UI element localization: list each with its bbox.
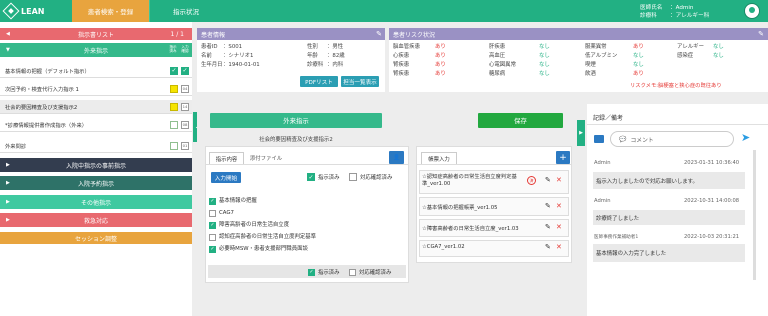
edit-icon[interactable]: ✎ [758,30,764,38]
confirm-check[interactable]: ✓ [181,66,189,75]
section-other[interactable]: ▶ その他指示 [0,195,192,209]
done-check[interactable] [170,102,178,111]
memo-bubble: 基本情報の入力完了しました [593,244,745,262]
tab-instruction-status[interactable]: 指示状況 [149,0,222,22]
confirm-count[interactable]: 14 [181,102,189,111]
chevron-right-icon: ▶ [6,217,10,223]
comment-input[interactable]: 💬 コメント [610,131,734,147]
tab-attachments[interactable]: 添付ファイル [245,152,287,164]
delete-icon[interactable]: ✕ [556,202,562,210]
risk-memo: リスクメモ:脳梗塞と狭心症の既往あり [630,83,722,89]
patient-header: 患者情報 ✎ [197,28,385,40]
list-item[interactable]: 外来問診 01 [0,139,192,153]
section-admission-booking[interactable]: ▶ 入院予約指示 [0,176,192,190]
edit-icon[interactable]: ✎ [545,202,551,210]
memo-author: Admin [594,160,611,166]
chat-icon: 💬 [619,135,627,143]
edit-icon[interactable]: ✎ [545,243,551,251]
forms-divider [416,164,572,165]
form-item-label: ☆CGA7_ver1.02 [422,244,465,250]
form-item-label: ☆認知症高齢者の日常生活自立度判定基準_ver1.00 [422,174,517,187]
memo-bubble: 診療終了しました [593,210,745,225]
check-item[interactable]: CAG7 [209,207,316,219]
list-item[interactable]: 基本情報の把握（デフォルト指示） ✓ ✓ [0,64,192,78]
memo-title: 記録／備考 [593,115,624,122]
list-header: ◀ 指示書リスト 1 / 1 [0,28,192,40]
confirm-count[interactable]: 04 [181,84,189,93]
section-session[interactable]: セッション調整 [0,232,192,244]
add-form-button[interactable]: + [556,151,570,164]
tab-divider [205,164,409,165]
check-item[interactable]: ✓ 必要時MSW・患者支援部門職員面談 [209,243,316,255]
list-item[interactable]: *診療情報提供書作成指示（外来） 08 [0,118,192,132]
memo-time: 2022-10-31 14:00:08 [684,198,740,204]
memo-time: 2022-10-03 20:31:21 [684,234,740,240]
user-info: 医師氏名： Admin 診療科：アレルギー科 [640,5,710,19]
form-item-label: ☆基本情報の把握帳票_ver1.05 [422,205,498,211]
save-button[interactable]: 保存 [478,113,563,128]
done-check[interactable]: ✓ [170,66,178,75]
edit-icon[interactable]: ✎ [376,30,382,38]
section-preadmission[interactable]: ▶ 入院中指示の事前指示 [0,158,192,172]
outpatient-instruction-button[interactable]: 外来指示 [210,113,382,128]
memo-scrollbar[interactable] [753,150,756,280]
confirm-count[interactable]: 01 [181,141,189,150]
add-person-button[interactable]: 👤 [389,151,404,164]
patient-details: 患者ID： S001 名前：シナリオ1 生年月日： 1940-01-01 [201,44,260,68]
memo-divider [587,124,768,125]
done-check[interactable] [170,141,178,150]
forms-tab[interactable]: 帳票入力 [421,152,457,164]
plus-icon: + [559,152,567,163]
risk-grid: 脳血管疾患 あり 心疾患 あり 腎疾患 あり 腎疾患 あり 肝疾患 なし 高血圧 なし 心電… [393,44,724,77]
check-item[interactable]: ✓ 障害高齢者の日常生活自立度 [209,219,316,231]
stamp-icon: 済 [527,176,536,185]
edit-icon[interactable]: ✎ [545,223,551,231]
memo-author: Admin [594,198,611,204]
image-icon[interactable] [594,135,604,143]
pdf-list-button[interactable]: PDFリスト [300,76,338,87]
send-icon[interactable]: ➤ [741,131,750,144]
form-item-label: ☆障害高齢者の日常生活自立度_ver1.03 [422,226,519,232]
done-check[interactable] [170,84,178,93]
instruction-checklist: ✓ 基本情報の把握 CAG7 ✓ 障害高齢者の日常生活自立度 認知症高齢者の日常生活… [209,195,316,255]
start-input-button[interactable]: 入力開始 [211,172,241,183]
memo-author: 医師事務作業補助者1 [594,235,639,240]
done-check[interactable] [170,120,178,129]
list-item[interactable]: 次回予約・検査代行入力指示 1 04 [0,82,192,96]
chevron-right-icon: ▶ [6,180,10,186]
chevron-right-icon: ▶ [6,162,10,168]
check-item[interactable]: ✓ 基本情報の把握 [209,195,316,207]
chevron-down-icon: ▼ [6,47,10,53]
user-add-icon: 👤 [393,154,400,161]
tab-content[interactable]: 指示内容 [209,152,244,164]
check-item[interactable]: 認知症高齢者の日常生活自立度判定基準 [209,231,316,243]
delete-icon[interactable]: ✕ [556,223,562,231]
section-emergency[interactable]: ▶ 救急対応 [0,213,192,227]
confirm-count[interactable]: 08 [181,120,189,129]
footer-done[interactable]: ✓ 指示済み [308,268,340,276]
app-logo[interactable]: LEAN [2,2,65,20]
confirm-toggle[interactable]: 対応確認済み [349,173,392,181]
toggle-right-icon[interactable]: ▶ [577,120,585,146]
patient-details-2: 性別：男性 年齢： 82歳 診療科：内科 [307,44,345,68]
instruction-subtitle: 社会的要因精査及び支援指示2 [259,137,333,143]
chevron-right-icon: ▶ [6,199,10,205]
risk-header: 患者リスク状況 ✎ [389,28,768,40]
delete-icon[interactable]: ✕ [556,176,562,184]
edit-icon[interactable]: ✎ [545,176,551,184]
history-button[interactable]: 担当一覧表示 [341,76,379,87]
list-item-selected[interactable]: 社会的要因精査及び支援指示2 14 [0,100,192,114]
collapse-left-icon[interactable]: ◀ [6,31,10,37]
outpatient-section[interactable]: ▼ 外来指示 指示済み 入力確認 [0,43,192,57]
delete-icon[interactable]: ✕ [556,243,562,251]
logo-icon [2,2,20,20]
done-toggle[interactable]: ✓ 指示済み [307,173,340,181]
memo-bubble: 指示入力しましたので対応お願いします。 [593,172,745,189]
memo-time: 2023-01-31 10:36:40 [684,160,740,166]
footer-confirm[interactable]: 対応確認済み [349,268,391,276]
avatar[interactable] [744,3,760,19]
tab-patient-search[interactable]: 患者検索・登録 [72,0,149,22]
